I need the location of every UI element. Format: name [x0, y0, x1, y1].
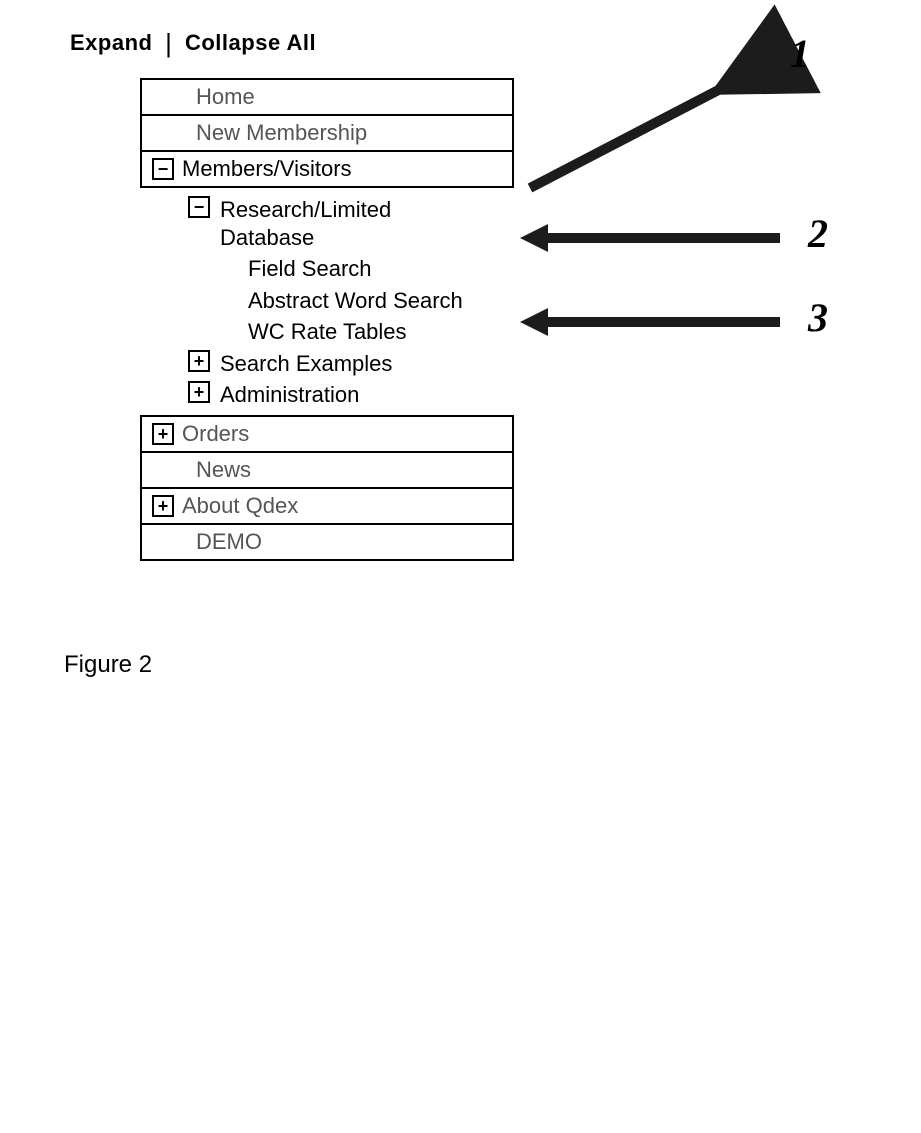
plus-icon[interactable]: + — [188, 381, 210, 403]
callout-arrow-1 — [520, 48, 800, 214]
callout-number-3: 3 — [808, 294, 827, 341]
collapse-all-link[interactable]: Collapse All — [185, 30, 316, 55]
nav-item-members-visitors[interactable]: − Members/Visitors — [142, 150, 512, 186]
nav-label: Field Search — [248, 255, 372, 283]
nav-label: Members/Visitors — [182, 156, 352, 182]
navigation-tree: Home New Membership − Members/Visitors −… — [140, 78, 921, 561]
nav-item-new-membership[interactable]: New Membership — [142, 114, 512, 150]
nav-box-bottom: + Orders News + About Qdex DEMO — [140, 415, 514, 561]
plus-icon[interactable]: + — [152, 495, 174, 517]
expand-all-link[interactable]: Expand — [70, 30, 152, 55]
nav-item-news[interactable]: News — [142, 451, 512, 487]
nav-item-about-qdex[interactable]: + About Qdex — [142, 487, 512, 523]
nav-label: Home — [196, 84, 255, 110]
nav-label: New Membership — [196, 120, 367, 146]
nav-box-top: Home New Membership − Members/Visitors — [140, 78, 514, 188]
callout-number-2: 2 — [808, 210, 827, 257]
callout-arrow-2 — [520, 218, 800, 264]
plus-icon[interactable]: + — [188, 350, 210, 372]
minus-icon[interactable]: − — [152, 158, 174, 180]
plus-icon[interactable]: + — [152, 423, 174, 445]
callout-arrow-3 — [520, 302, 800, 348]
nav-label: Research/Limited Database — [220, 196, 490, 251]
nav-item-search-examples[interactable]: + Search Examples — [188, 348, 921, 380]
nav-label: DEMO — [196, 529, 262, 555]
nav-label: News — [196, 457, 251, 483]
nav-label: Abstract Word Search — [248, 287, 463, 315]
minus-icon[interactable]: − — [188, 196, 210, 218]
figure-caption: Figure 2 — [64, 651, 921, 679]
nav-item-home[interactable]: Home — [142, 80, 512, 114]
nav-label: WC Rate Tables — [248, 318, 407, 346]
callout-number-1: 1 — [790, 30, 809, 77]
nav-item-demo[interactable]: DEMO — [142, 523, 512, 559]
nav-item-administration[interactable]: + Administration — [188, 379, 921, 411]
nav-label: About Qdex — [182, 493, 298, 519]
nav-label: Administration — [220, 381, 359, 409]
nav-label: Orders — [182, 421, 249, 447]
separator: | — [165, 30, 172, 56]
nav-item-orders[interactable]: + Orders — [142, 417, 512, 451]
nav-label: Search Examples — [220, 350, 392, 378]
